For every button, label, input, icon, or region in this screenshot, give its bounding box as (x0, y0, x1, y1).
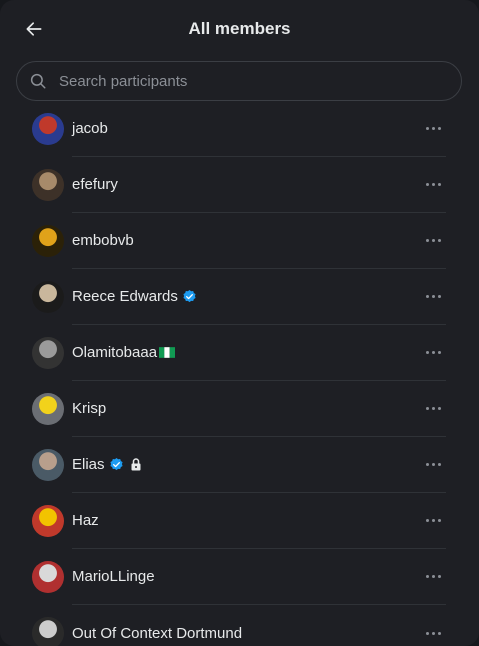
page-title: All members (188, 19, 291, 38)
member-name[interactable]: efefury (72, 176, 118, 193)
avatar[interactable] (32, 617, 64, 646)
more-dot-icon (425, 631, 429, 635)
more-dot-icon (431, 575, 435, 578)
more-dot-icon (425, 183, 429, 186)
member-row[interactable]: Elias (0, 437, 479, 493)
arrow-left-icon (26, 22, 42, 36)
member-name[interactable]: embobvb (72, 232, 134, 249)
avatar[interactable] (32, 281, 64, 313)
member-info: jacob (72, 101, 446, 157)
more-options-button[interactable] (420, 116, 446, 142)
member-row[interactable]: Reece Edwards (0, 269, 479, 325)
search-icon (30, 73, 46, 89)
avatar[interactable] (32, 169, 64, 201)
avatar[interactable] (32, 449, 64, 481)
avatar[interactable] (32, 505, 64, 537)
member-info: Krisp (72, 381, 446, 437)
more-dot-icon (425, 463, 429, 466)
member-name[interactable]: MarioLLinge (72, 568, 155, 585)
member-name[interactable]: Out Of Context Dortmund (72, 625, 242, 642)
more-dot-icon (425, 351, 429, 354)
more-dot-icon (431, 239, 435, 242)
more-options-button[interactable] (420, 452, 446, 478)
member-name[interactable]: Elias (72, 456, 105, 473)
more-options-button[interactable] (420, 508, 446, 534)
more-dot-icon (437, 407, 441, 410)
verified-badge-icon (109, 457, 124, 472)
member-info: MarioLLinge (72, 549, 446, 605)
nigeria-flag-icon (159, 347, 176, 358)
members-panel: All members jacob efefury embobvb Reece Edw… (0, 0, 479, 646)
more-dot-icon (431, 519, 435, 522)
member-name[interactable]: Reece Edwards (72, 288, 178, 305)
more-dot-icon (425, 519, 429, 522)
more-options-button[interactable] (420, 228, 446, 254)
member-info: Elias (72, 437, 446, 493)
more-dot-icon (425, 575, 429, 578)
member-name[interactable]: Haz (72, 512, 99, 529)
member-info: Haz (72, 493, 446, 549)
more-options-button[interactable] (420, 620, 446, 646)
more-dot-icon (437, 519, 441, 522)
more-dot-icon (431, 127, 435, 130)
more-dot-icon (431, 183, 435, 186)
avatar[interactable] (32, 561, 64, 593)
more-dot-icon (437, 239, 441, 242)
search-input[interactable] (57, 71, 441, 91)
member-name[interactable]: Olamitobaaa (72, 344, 157, 361)
more-dot-icon (437, 183, 441, 186)
member-name[interactable]: Krisp (72, 400, 106, 417)
verified-badge-icon (182, 289, 197, 304)
more-dot-icon (431, 295, 435, 298)
more-dot-icon (425, 127, 429, 130)
member-info: efefury (72, 157, 446, 213)
member-row[interactable]: Krisp (0, 381, 479, 437)
more-options-button[interactable] (420, 284, 446, 310)
member-row[interactable]: Out Of Context Dortmund (0, 605, 479, 646)
more-dot-icon (437, 295, 441, 298)
more-dot-icon (437, 463, 441, 466)
more-options-button[interactable] (420, 340, 446, 366)
avatar[interactable] (32, 393, 64, 425)
more-dot-icon (437, 575, 441, 578)
more-dot-icon (431, 407, 435, 410)
member-row[interactable]: jacob (0, 101, 479, 157)
member-name[interactable]: jacob (72, 120, 108, 137)
more-dot-icon (437, 351, 441, 354)
header: All members (0, 0, 479, 58)
back-button[interactable] (20, 15, 48, 43)
member-info: Olamitobaaa (72, 325, 446, 381)
more-dot-icon (431, 463, 435, 466)
more-dot-icon (437, 631, 441, 635)
more-dot-icon (425, 295, 429, 298)
search-bar[interactable] (16, 61, 462, 101)
more-dot-icon (437, 127, 441, 130)
member-info: Out Of Context Dortmund (72, 605, 446, 646)
more-options-button[interactable] (420, 396, 446, 422)
more-options-button[interactable] (420, 564, 446, 590)
more-options-button[interactable] (420, 172, 446, 198)
more-dot-icon (425, 407, 429, 410)
more-dot-icon (425, 239, 429, 242)
member-list: jacob efefury embobvb Reece Edwards Olamitob… (0, 101, 479, 646)
lock-icon (130, 458, 142, 471)
more-dot-icon (431, 351, 435, 354)
avatar[interactable] (32, 337, 64, 369)
avatar[interactable] (32, 225, 64, 257)
member-row[interactable]: efefury (0, 157, 479, 213)
member-row[interactable]: embobvb (0, 213, 479, 269)
member-row[interactable]: MarioLLinge (0, 549, 479, 605)
member-info: embobvb (72, 213, 446, 269)
more-dot-icon (431, 631, 435, 635)
member-info: Reece Edwards (72, 269, 446, 325)
member-row[interactable]: Haz (0, 493, 479, 549)
member-row[interactable]: Olamitobaaa (0, 325, 479, 381)
avatar[interactable] (32, 113, 64, 145)
